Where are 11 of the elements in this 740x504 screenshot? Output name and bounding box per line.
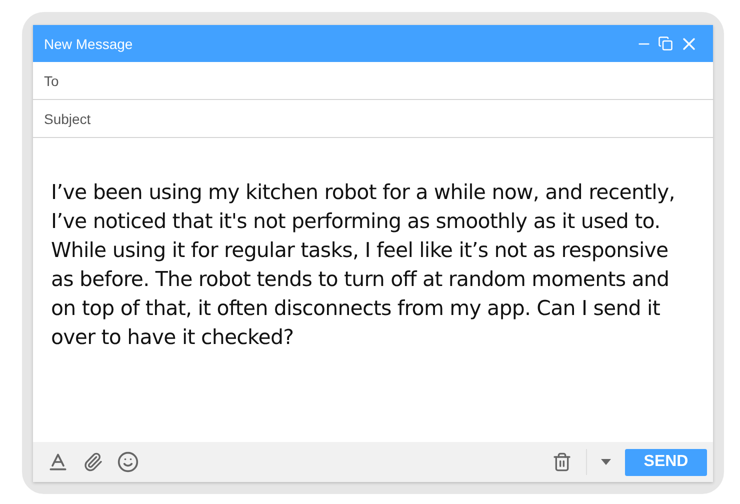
text-format-icon[interactable] bbox=[47, 451, 69, 473]
trash-icon[interactable] bbox=[552, 452, 572, 472]
caret-icon[interactable] bbox=[601, 459, 611, 465]
paperclip-icon[interactable] bbox=[83, 452, 103, 472]
input-field[interactable]: Subject bbox=[33, 100, 713, 138]
window-title: New Message bbox=[44, 36, 134, 52]
send-button[interactable]: SEND bbox=[625, 448, 707, 476]
smiley-icon[interactable] bbox=[117, 451, 139, 473]
restore-icon[interactable] bbox=[658, 36, 673, 51]
input-field[interactable]: To bbox=[33, 62, 713, 100]
message-body: I’ve been using my kitchen robot for a while now, and recently, I’ve noticed that it's not performing as smoothly as it used to. While using it for regular tasks, I feel like it’s not as responsive as before. The robot tends to turn off at random moments and on top of that, it often disconnects from my app. Can I send it over to have it checked? bbox=[50, 179, 676, 351]
